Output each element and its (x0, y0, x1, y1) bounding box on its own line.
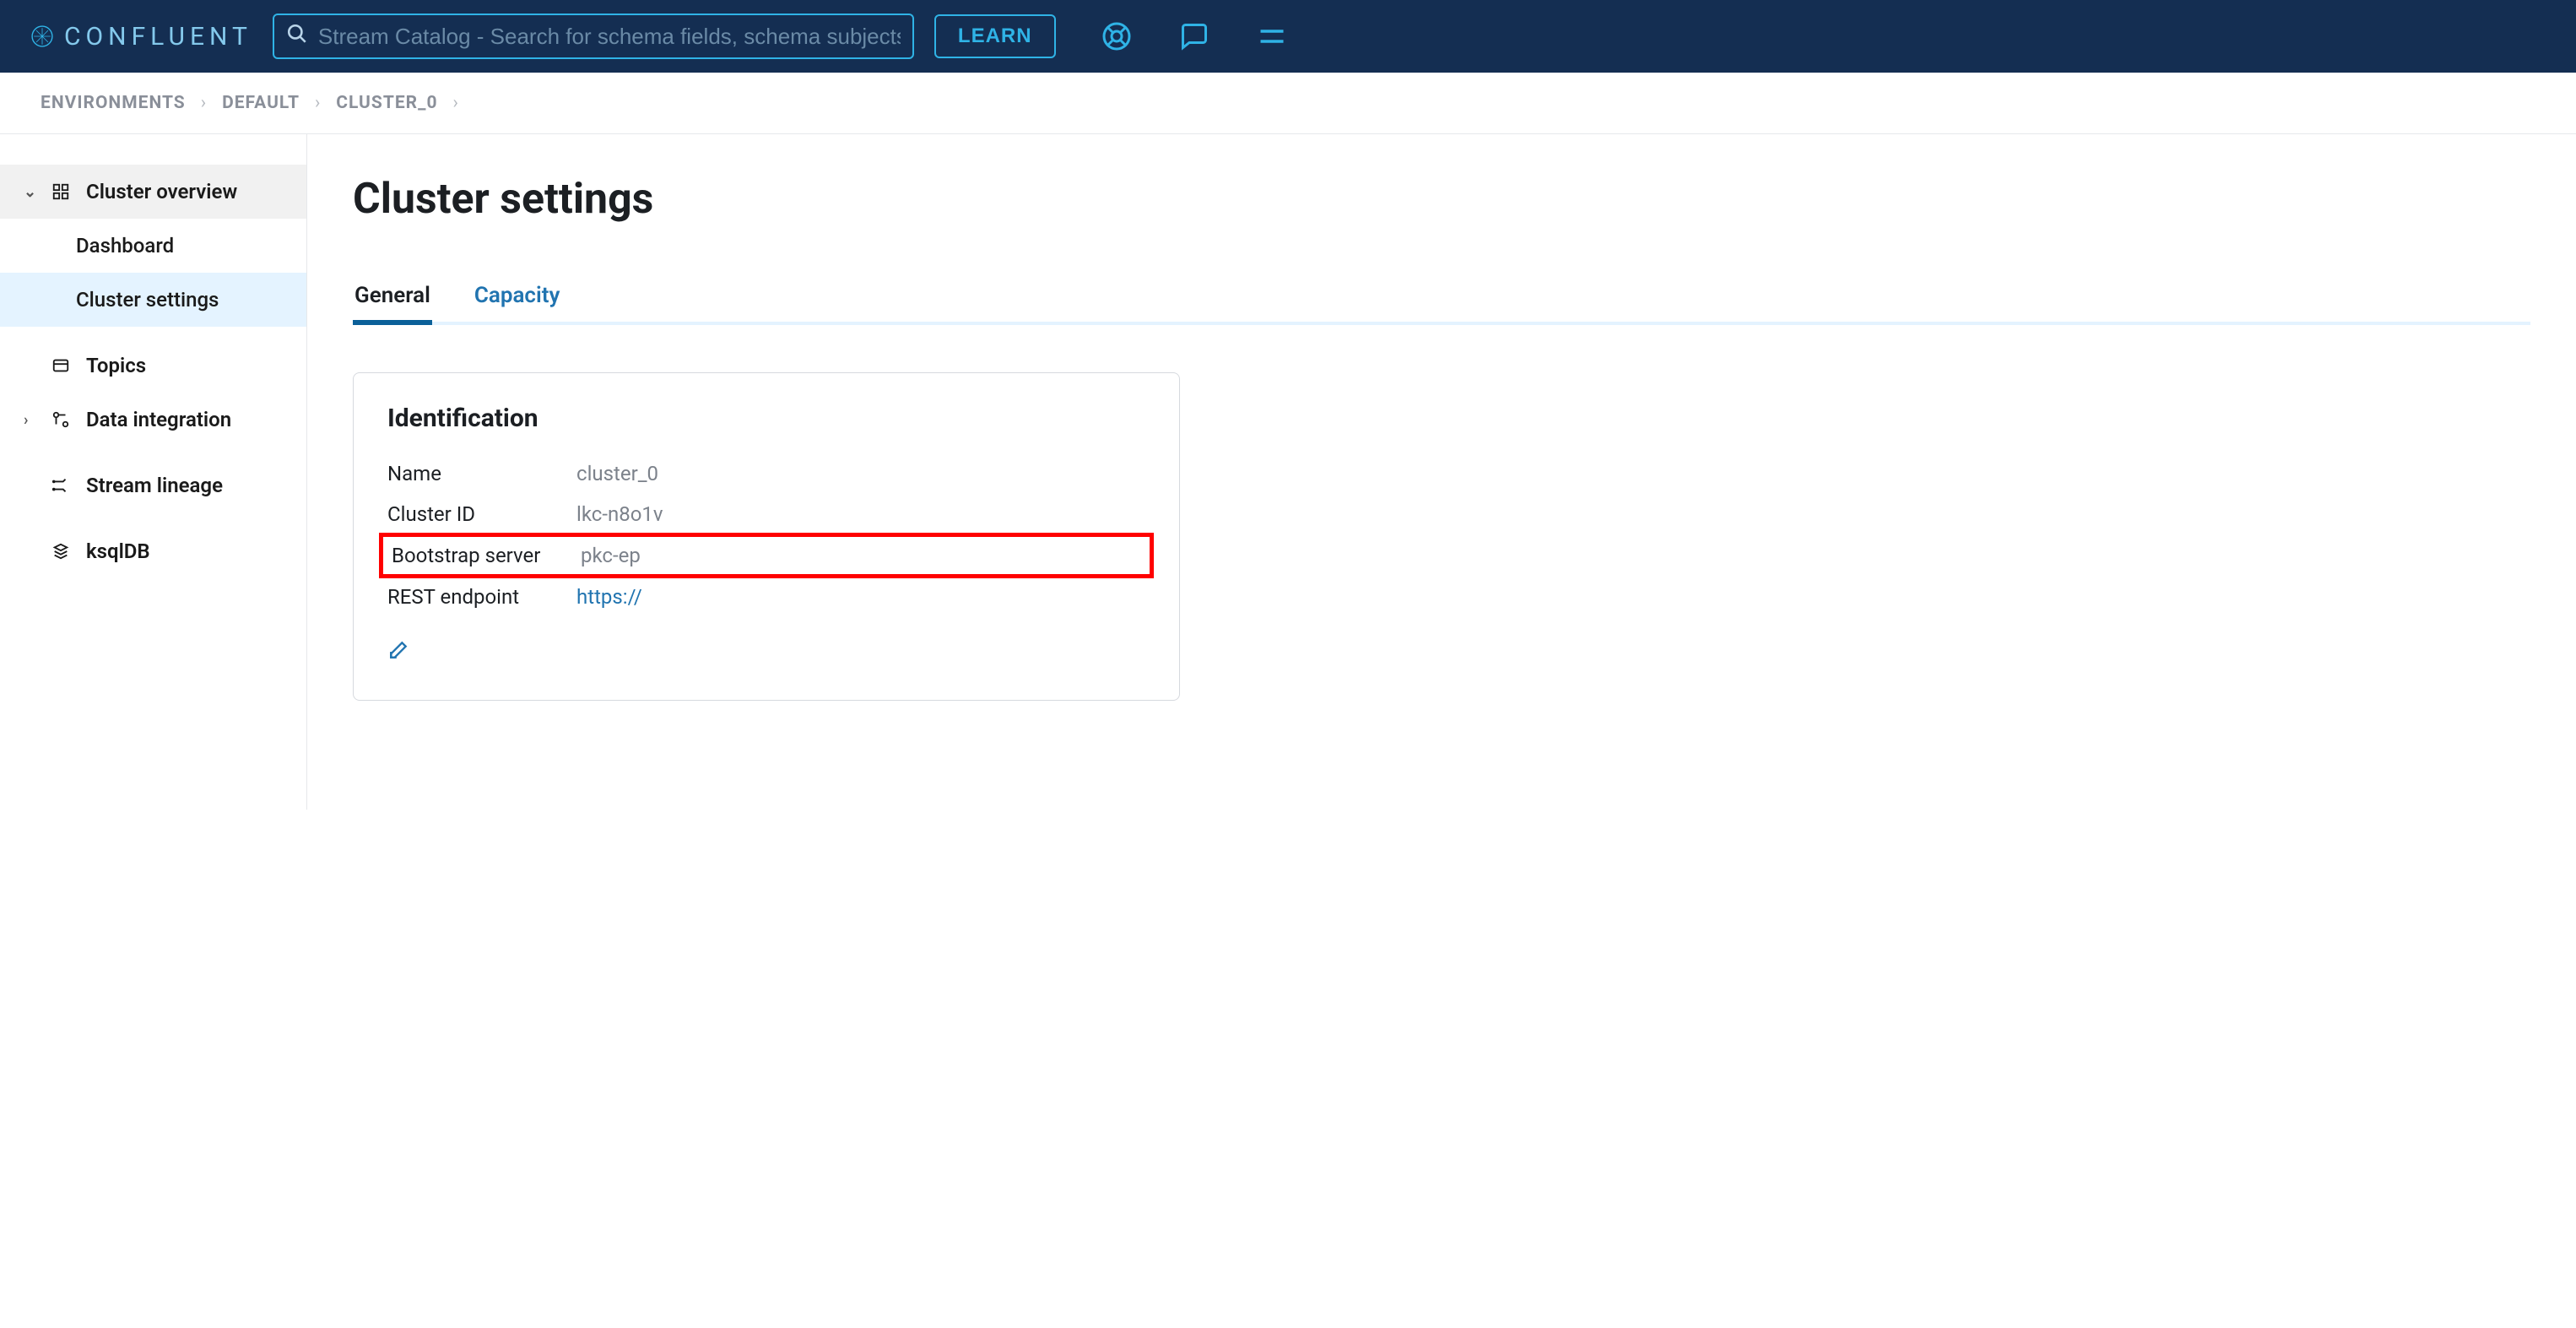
chevron-right-icon: › (453, 93, 459, 113)
tab-capacity[interactable]: Capacity (473, 283, 562, 322)
breadcrumb-environments[interactable]: ENVIRONMENTS (41, 93, 186, 113)
row-cluster-id: Cluster ID lkc-n8o1v (387, 494, 1145, 534)
lineage-icon (49, 474, 73, 497)
chevron-right-icon: › (315, 93, 321, 113)
rest-endpoint-link[interactable]: https:// (576, 585, 642, 609)
search-icon (286, 23, 308, 51)
brand-logo[interactable]: CONFLUENT (30, 22, 252, 51)
sidebar-item-label: Cluster overview (86, 180, 237, 203)
card-heading: Identification (387, 404, 1145, 433)
breadcrumb-default[interactable]: DEFAULT (222, 93, 300, 113)
sidebar-item-label: Topics (86, 354, 146, 377)
sidebar-item-cluster-settings[interactable]: Cluster settings (0, 273, 306, 327)
breadcrumb-cluster[interactable]: CLUSTER_0 (336, 93, 437, 113)
sidebar-item-label: Stream lineage (86, 474, 223, 497)
field-label: Bootstrap server (392, 544, 581, 567)
field-value: lkc-n8o1v (576, 502, 663, 526)
topics-icon (49, 354, 73, 377)
sidebar-item-label: Cluster settings (76, 288, 219, 312)
stream-catalog-search[interactable] (273, 14, 914, 59)
edit-icon[interactable] (387, 639, 411, 663)
brand-name: CONFLUENT (64, 22, 252, 51)
chevron-right-icon: › (201, 93, 207, 113)
sidebar-item-cluster-overview[interactable]: ⌄ Cluster overview (0, 165, 306, 219)
main-content: Cluster settings General Capacity Identi… (307, 134, 2576, 810)
tab-general[interactable]: General (353, 283, 432, 322)
sidebar-item-label: Dashboard (76, 234, 174, 257)
confluent-logo-icon (30, 24, 54, 48)
field-value: pkc-ep (581, 544, 641, 567)
sidebar-item-label: Data integration (86, 408, 231, 431)
app-header: CONFLUENT LEARN (0, 0, 2576, 73)
overview-icon (49, 180, 73, 203)
row-rest-endpoint: REST endpoint https:// (387, 577, 1145, 617)
sidebar-item-ksqldb[interactable]: ksqlDB (0, 524, 306, 578)
ksqldb-icon (49, 539, 73, 563)
field-label: Cluster ID (387, 502, 576, 526)
chevron-down-icon: ⌄ (24, 183, 35, 201)
learn-button[interactable]: LEARN (934, 14, 1056, 58)
row-bootstrap-server: Bootstrap server pkc-ep (379, 533, 1154, 578)
field-value: cluster_0 (576, 462, 658, 485)
breadcrumb: ENVIRONMENTS › DEFAULT › CLUSTER_0 › (0, 73, 2576, 134)
feedback-icon[interactable] (1177, 19, 1211, 53)
menu-icon[interactable] (1255, 19, 1289, 53)
sidebar-item-topics[interactable]: Topics (0, 339, 306, 393)
chevron-right-icon: › (24, 411, 35, 429)
sidebar: ⌄ Cluster overview Dashboard Cluster set… (0, 134, 307, 810)
tabs: General Capacity (353, 283, 2530, 325)
field-label: Name (387, 462, 576, 485)
row-name: Name cluster_0 (387, 453, 1145, 494)
sidebar-item-data-integration[interactable]: › Data integration (0, 393, 306, 447)
search-input[interactable] (318, 24, 901, 50)
page-title: Cluster settings (353, 175, 2530, 224)
integration-icon (49, 408, 73, 431)
identification-card: Identification Name cluster_0 Cluster ID… (353, 372, 1180, 701)
sidebar-item-label: ksqlDB (86, 539, 150, 563)
help-icon[interactable] (1100, 19, 1134, 53)
sidebar-item-dashboard[interactable]: Dashboard (0, 219, 306, 273)
field-label: REST endpoint (387, 585, 576, 609)
sidebar-item-stream-lineage[interactable]: Stream lineage (0, 458, 306, 512)
